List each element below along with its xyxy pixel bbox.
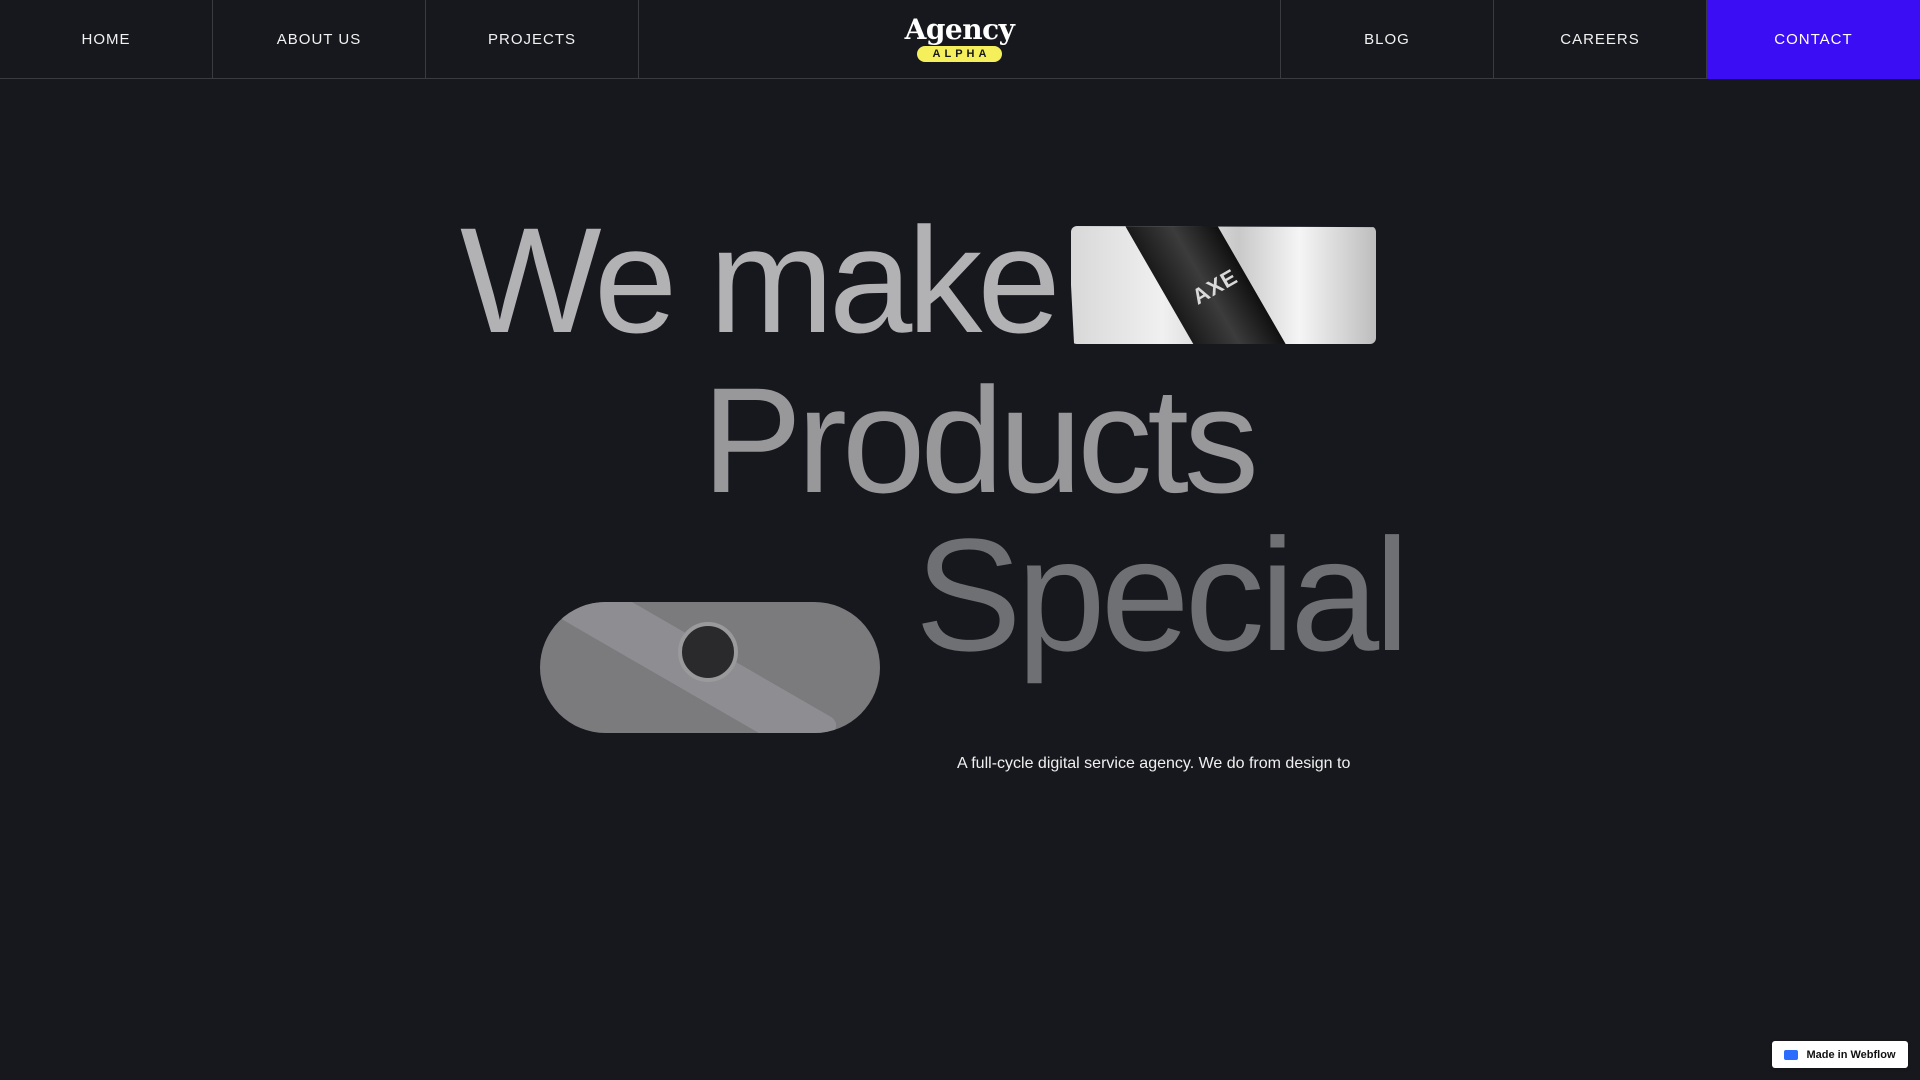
nav-home[interactable]: HOME bbox=[0, 0, 213, 79]
nav-blog[interactable]: BLOG bbox=[1281, 0, 1494, 79]
made-in-webflow-badge[interactable]: Made in Webflow bbox=[1772, 1041, 1908, 1068]
nav-careers[interactable]: CAREERS bbox=[1494, 0, 1707, 79]
watch-face-shape bbox=[678, 622, 738, 682]
hero-headline-line-1: We make bbox=[460, 196, 1061, 364]
top-navigation: HOME ABOUT US PROJECTS Agency ALPHA BLOG… bbox=[0, 0, 1920, 79]
logo-wordmark: Agency bbox=[904, 13, 1015, 46]
nav-projects[interactable]: PROJECTS bbox=[426, 0, 639, 79]
hero-tagline: A full-cycle digital service agency. We … bbox=[957, 755, 1351, 772]
watch-product-image bbox=[540, 602, 880, 733]
brand-logo[interactable]: Agency ALPHA bbox=[639, 0, 1281, 78]
nav-about-us[interactable]: ABOUT US bbox=[213, 0, 426, 79]
nav-contact-button[interactable]: CONTACT bbox=[1707, 0, 1920, 79]
badge-label: Made in Webflow bbox=[1806, 1048, 1896, 1061]
hero-headline-line-3: Special bbox=[915, 505, 1410, 684]
webflow-icon bbox=[1784, 1049, 1799, 1060]
axe-product-image: AXE bbox=[1071, 226, 1376, 344]
logo-badge: ALPHA bbox=[916, 46, 1003, 62]
hero-headline-line-2: Products bbox=[702, 356, 1259, 524]
